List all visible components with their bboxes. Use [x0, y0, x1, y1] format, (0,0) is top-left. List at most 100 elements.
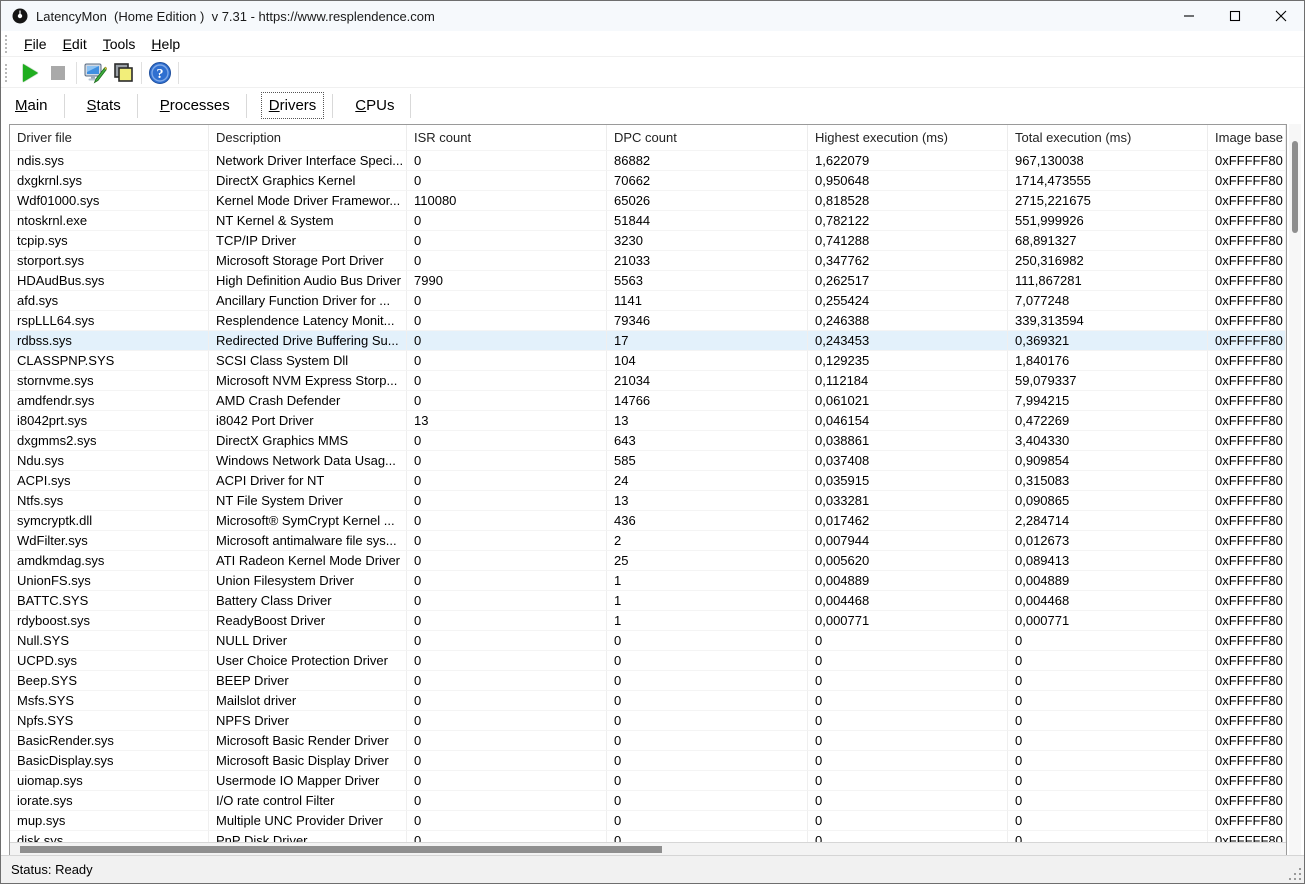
- cell-image-base: 0xFFFFF80: [1208, 230, 1286, 250]
- cell-total-exec: 0: [1008, 690, 1208, 710]
- cell-isr-count: 0: [407, 830, 607, 842]
- tab-cpus[interactable]: CPUs: [347, 92, 402, 119]
- table-row[interactable]: ntoskrnl.exe NT Kernel & System 0 51844 …: [10, 210, 1286, 230]
- cell-description: NULL Driver: [209, 630, 407, 650]
- table-row[interactable]: BasicDisplay.sys Microsoft Basic Display…: [10, 750, 1286, 770]
- cell-dpc-count: 643: [607, 430, 808, 450]
- column-header-isr-count[interactable]: ISR count: [407, 125, 607, 150]
- menu-edit[interactable]: Edit: [55, 33, 95, 55]
- cell-highest-exec: 0,246388: [808, 310, 1008, 330]
- cell-driver-file: uiomap.sys: [10, 770, 209, 790]
- table-row[interactable]: Msfs.SYS Mailslot driver 0 0 0 0 0xFFFFF…: [10, 690, 1286, 710]
- cell-total-exec: 0,090865: [1008, 490, 1208, 510]
- table-row[interactable]: BasicRender.sys Microsoft Basic Render D…: [10, 730, 1286, 750]
- table-row[interactable]: CLASSPNP.SYS SCSI Class System Dll 0 104…: [10, 350, 1286, 370]
- tab-drivers[interactable]: Drivers: [261, 92, 325, 119]
- table-row[interactable]: rdyboost.sys ReadyBoost Driver 0 1 0,000…: [10, 610, 1286, 630]
- table-row[interactable]: Beep.SYS BEEP Driver 0 0 0 0 0xFFFFF80: [10, 670, 1286, 690]
- table-row[interactable]: Wdf01000.sys Kernel Mode Driver Framewor…: [10, 190, 1286, 210]
- table-row[interactable]: symcryptk.dll Microsoft® SymCrypt Kernel…: [10, 510, 1286, 530]
- cell-dpc-count: 0: [607, 790, 808, 810]
- menu-grip[interactable]: [5, 35, 8, 53]
- column-header-description[interactable]: Description: [209, 125, 407, 150]
- column-header-total-exec[interactable]: Total execution (ms): [1008, 125, 1208, 150]
- table-row[interactable]: Null.SYS NULL Driver 0 0 0 0 0xFFFFF80: [10, 630, 1286, 650]
- table-row[interactable]: ACPI.sys ACPI Driver for NT 0 24 0,03591…: [10, 470, 1286, 490]
- table-row[interactable]: afd.sys Ancillary Function Driver for ..…: [10, 290, 1286, 310]
- table-row[interactable]: Npfs.SYS NPFS Driver 0 0 0 0 0xFFFFF80: [10, 710, 1286, 730]
- cell-highest-exec: 0: [808, 670, 1008, 690]
- cell-dpc-count: 0: [607, 670, 808, 690]
- cell-description: DirectX Graphics MMS: [209, 430, 407, 450]
- minimize-button[interactable]: [1166, 1, 1212, 31]
- cell-description: NT File System Driver: [209, 490, 407, 510]
- stop-monitor-button[interactable]: [44, 60, 72, 86]
- tab-stats[interactable]: Stats: [79, 92, 129, 119]
- close-button[interactable]: [1258, 1, 1304, 31]
- status-bar: Status: Ready: [1, 855, 1304, 883]
- menu-help[interactable]: Help: [143, 33, 188, 55]
- cell-isr-count: 0: [407, 450, 607, 470]
- cell-total-exec: 0,315083: [1008, 470, 1208, 490]
- table-row[interactable]: iorate.sys I/O rate control Filter 0 0 0…: [10, 790, 1286, 810]
- table-row[interactable]: HDAudBus.sys High Definition Audio Bus D…: [10, 270, 1286, 290]
- vertical-scrollbar-thumb[interactable]: [1292, 141, 1298, 233]
- table-row[interactable]: stornvme.sys Microsoft NVM Express Storp…: [10, 370, 1286, 390]
- table-row[interactable]: amdfendr.sys AMD Crash Defender 0 14766 …: [10, 390, 1286, 410]
- column-header-dpc-count[interactable]: DPC count: [607, 125, 808, 150]
- cell-dpc-count: 0: [607, 750, 808, 770]
- menu-tools[interactable]: Tools: [95, 33, 144, 55]
- menu-file[interactable]: File: [16, 33, 55, 55]
- cell-description: Ancillary Function Driver for ...: [209, 290, 407, 310]
- tab-processes[interactable]: Processes: [152, 92, 238, 119]
- cell-isr-count: 0: [407, 370, 607, 390]
- vertical-scrollbar[interactable]: [1289, 124, 1301, 856]
- maximize-button[interactable]: [1212, 1, 1258, 31]
- table-row[interactable]: UnionFS.sys Union Filesystem Driver 0 1 …: [10, 570, 1286, 590]
- help-button[interactable]: ?: [146, 60, 174, 86]
- cell-isr-count: 0: [407, 230, 607, 250]
- cell-dpc-count: 0: [607, 690, 808, 710]
- cell-dpc-count: 86882: [607, 150, 808, 170]
- cell-highest-exec: 0,037408: [808, 450, 1008, 470]
- cell-description: TCP/IP Driver: [209, 230, 407, 250]
- table-row[interactable]: mup.sys Multiple UNC Provider Driver 0 0…: [10, 810, 1286, 830]
- cell-image-base: 0xFFFFF80: [1208, 510, 1286, 530]
- cell-highest-exec: 0,007944: [808, 530, 1008, 550]
- cell-isr-count: 0: [407, 310, 607, 330]
- horizontal-scrollbar[interactable]: [10, 842, 1286, 855]
- table-row[interactable]: amdkmdag.sys ATI Radeon Kernel Mode Driv…: [10, 550, 1286, 570]
- start-monitor-button[interactable]: [16, 60, 44, 86]
- table-row[interactable]: i8042prt.sys i8042 Port Driver 13 13 0,0…: [10, 410, 1286, 430]
- cell-highest-exec: 0,112184: [808, 370, 1008, 390]
- report-button[interactable]: [109, 60, 137, 86]
- table-row[interactable]: disk.sys PnP Disk Driver 0 0 0 0 0xFFFFF…: [10, 830, 1286, 842]
- cell-highest-exec: 0,046154: [808, 410, 1008, 430]
- table-row[interactable]: dxgkrnl.sys DirectX Graphics Kernel 0 70…: [10, 170, 1286, 190]
- table-row[interactable]: BATTC.SYS Battery Class Driver 0 1 0,004…: [10, 590, 1286, 610]
- cell-driver-file: Npfs.SYS: [10, 710, 209, 730]
- tab-separator: [410, 94, 411, 118]
- cell-isr-count: 0: [407, 290, 607, 310]
- table-row[interactable]: tcpip.sys TCP/IP Driver 0 3230 0,741288 …: [10, 230, 1286, 250]
- options-button[interactable]: [81, 60, 109, 86]
- resize-grip-icon[interactable]: [1288, 867, 1302, 881]
- toolbar-grip[interactable]: [5, 64, 8, 82]
- table-row[interactable]: rdbss.sys Redirected Drive Buffering Su.…: [10, 330, 1286, 350]
- table-row[interactable]: WdFilter.sys Microsoft antimalware file …: [10, 530, 1286, 550]
- column-header-highest-exec[interactable]: Highest execution (ms): [808, 125, 1008, 150]
- table-row[interactable]: Ndu.sys Windows Network Data Usag... 0 5…: [10, 450, 1286, 470]
- table-row[interactable]: dxgmms2.sys DirectX Graphics MMS 0 643 0…: [10, 430, 1286, 450]
- table-row[interactable]: uiomap.sys Usermode IO Mapper Driver 0 0…: [10, 770, 1286, 790]
- table-row[interactable]: ndis.sys Network Driver Interface Speci.…: [10, 150, 1286, 170]
- table-row[interactable]: storport.sys Microsoft Storage Port Driv…: [10, 250, 1286, 270]
- tab-main[interactable]: Main: [7, 92, 56, 119]
- column-header-driver-file[interactable]: Driver file: [10, 125, 209, 150]
- table-row[interactable]: Ntfs.sys NT File System Driver 0 13 0,03…: [10, 490, 1286, 510]
- horizontal-scrollbar-thumb[interactable]: [20, 846, 662, 853]
- table-row[interactable]: rspLLL64.sys Resplendence Latency Monit.…: [10, 310, 1286, 330]
- table-row[interactable]: UCPD.sys User Choice Protection Driver 0…: [10, 650, 1286, 670]
- cell-highest-exec: 0,255424: [808, 290, 1008, 310]
- cell-highest-exec: 0,038861: [808, 430, 1008, 450]
- column-header-image-base[interactable]: Image base: [1208, 125, 1286, 150]
